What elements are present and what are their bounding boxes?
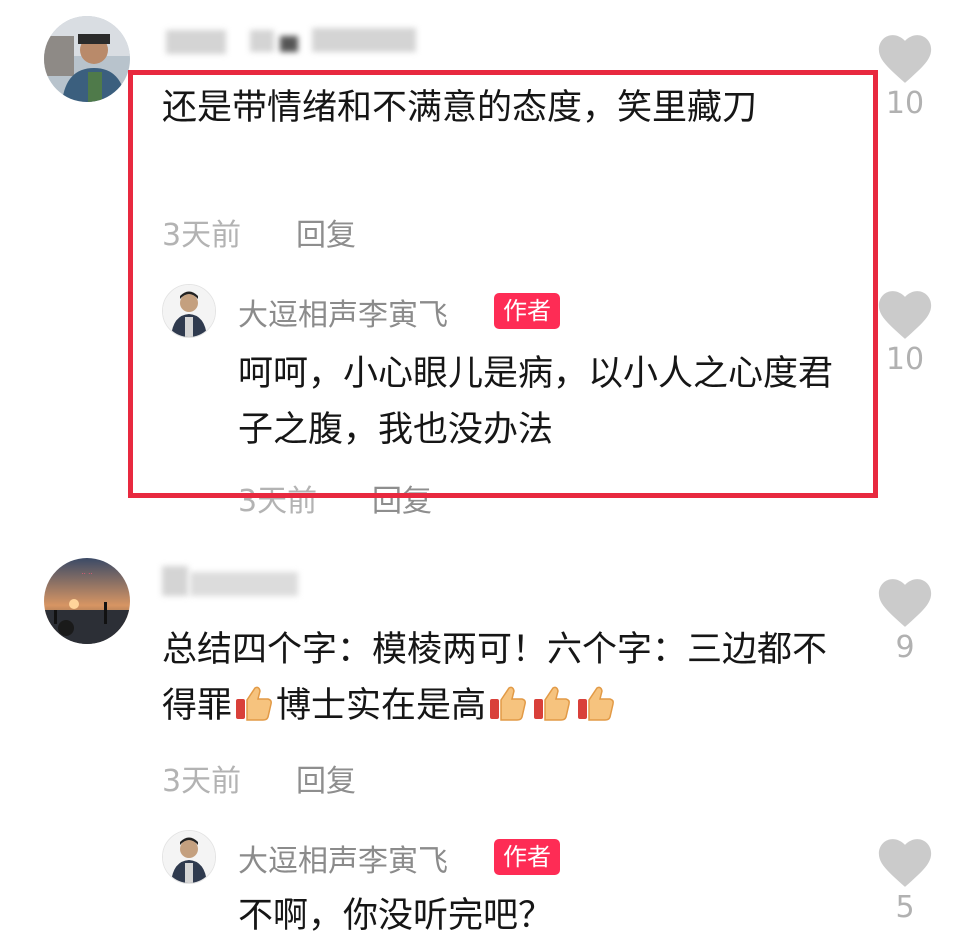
username-redaction: [190, 572, 298, 596]
like-button[interactable]: 10: [874, 290, 936, 377]
heart-icon: [878, 35, 932, 83]
thumbs-up-icon: [234, 683, 274, 723]
reply-text: 不啊，你没听完吧？: [238, 896, 554, 936]
like-count: 10: [885, 342, 925, 377]
commenter-avatar[interactable]: [44, 16, 130, 102]
highlight-box: [128, 70, 878, 498]
thumbs-up-icon: [488, 683, 528, 723]
username-redaction: [162, 566, 188, 596]
thumbs-up-icon: [576, 683, 616, 723]
heart-icon: [878, 291, 932, 339]
like-count: 5: [895, 890, 915, 925]
username-redaction: [280, 36, 298, 52]
like-button[interactable]: 9: [874, 578, 936, 665]
like-button[interactable]: 5: [874, 838, 936, 925]
thumbs-up-icon: [532, 683, 572, 723]
heart-icon: [878, 579, 932, 627]
heart-icon: [878, 839, 932, 887]
comment-text: 总结四个字：模棱两可！六个字：三边都不得罪 博士实在是高: [162, 622, 842, 734]
comment-text-end: 博士实在是高: [276, 686, 487, 726]
svg-text:·· ··: ·· ··: [81, 570, 92, 578]
like-count: 10: [885, 86, 925, 121]
like-button[interactable]: 10: [874, 34, 936, 121]
reply-button[interactable]: 回复: [296, 756, 356, 800]
username-redaction: [312, 28, 416, 52]
author-name[interactable]: 大逗相声李寅飞: [238, 836, 448, 880]
like-count: 9: [895, 630, 915, 665]
username-redaction: [250, 30, 274, 52]
author-badge: 作者: [494, 839, 560, 875]
author-avatar[interactable]: [162, 830, 216, 884]
username-redaction: [166, 30, 226, 54]
comment-timestamp: 3天前: [162, 764, 242, 799]
commenter-avatar[interactable]: ·· ··: [44, 558, 130, 644]
